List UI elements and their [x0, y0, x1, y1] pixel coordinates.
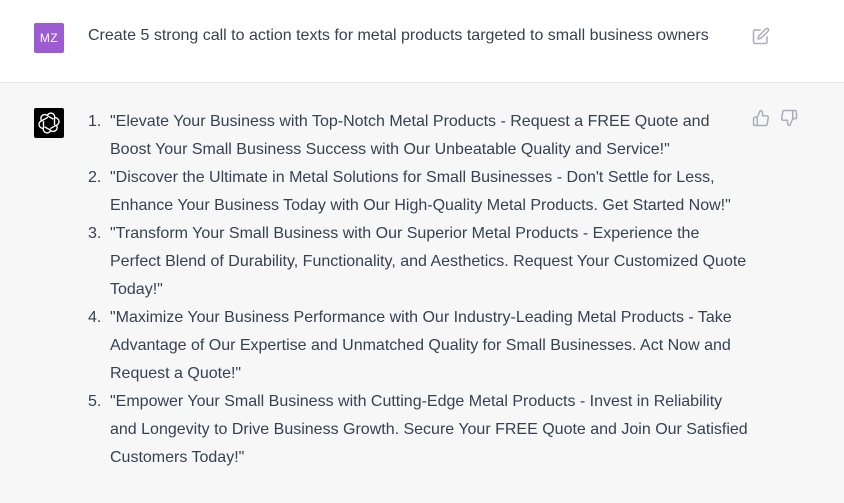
list-item-text: "Elevate Your Business with Top-Notch Me…	[110, 113, 710, 158]
openai-logo-icon	[34, 108, 64, 138]
thumbs-up-icon[interactable]	[752, 109, 770, 127]
list-item-number: 2.	[88, 169, 102, 186]
list-item-number: 4.	[88, 309, 102, 326]
list-item-text: "Maximize Your Business Performance with…	[110, 309, 732, 382]
list-item-number: 3.	[88, 225, 102, 242]
assistant-message-row: 1. "Elevate Your Business with Top-Notch…	[0, 83, 844, 503]
list-item: 5. "Empower Your Small Business with Cut…	[88, 388, 748, 472]
user-message-text: Create 5 strong call to action texts for…	[88, 27, 709, 44]
edit-icon[interactable]	[752, 27, 770, 45]
list-item-text: "Transform Your Small Business with Our …	[110, 225, 747, 298]
user-avatar: MZ	[34, 23, 64, 53]
list-item-text: "Empower Your Small Business with Cuttin…	[110, 393, 748, 466]
thumbs-down-icon[interactable]	[780, 109, 798, 127]
list-item: 1. "Elevate Your Business with Top-Notch…	[88, 108, 748, 164]
list-item-number: 1.	[88, 113, 102, 130]
list-item: 4. "Maximize Your Business Performance w…	[88, 304, 748, 388]
list-item-text: "Discover the Ultimate in Metal Solution…	[110, 169, 731, 214]
list-item: 2. "Discover the Ultimate in Metal Solut…	[88, 164, 748, 220]
assistant-answer-list: 1. "Elevate Your Business with Top-Notch…	[88, 108, 748, 472]
user-message-row: MZ Create 5 strong call to action texts …	[0, 0, 844, 83]
list-item: 3. "Transform Your Small Business with O…	[88, 220, 748, 304]
list-item-number: 5.	[88, 393, 102, 410]
